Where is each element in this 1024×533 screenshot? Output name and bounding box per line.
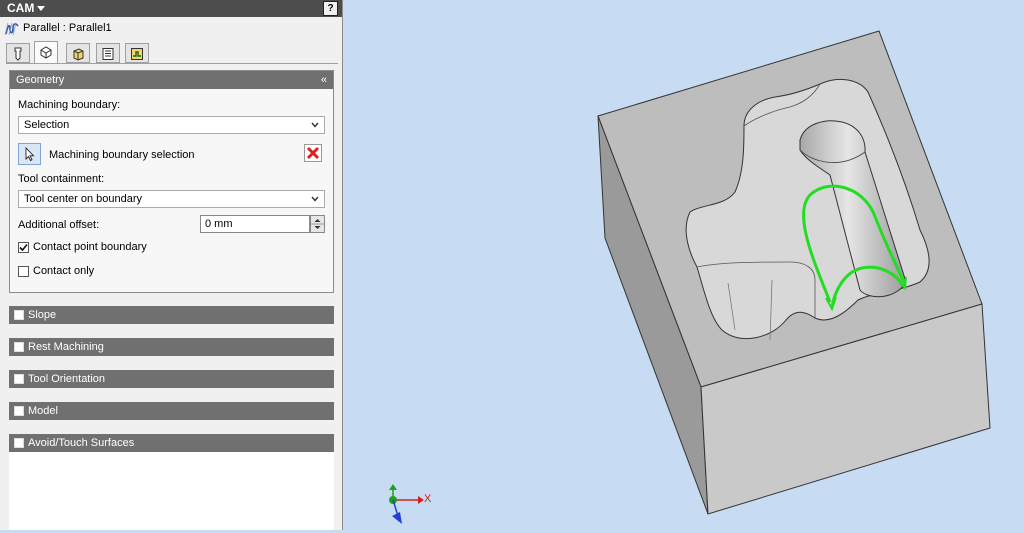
tool-containment-value: Tool center on boundary <box>24 193 143 205</box>
geometry-title: Geometry <box>16 74 65 86</box>
offset-spinner[interactable] <box>310 215 325 233</box>
clear-selection-button[interactable] <box>303 143 323 163</box>
model-view[interactable] <box>344 0 1024 530</box>
model-checkbox[interactable] <box>14 406 24 416</box>
group-tool-orientation[interactable]: Tool Orientation <box>9 370 334 388</box>
geometry-header[interactable]: Geometry « <box>10 71 333 89</box>
operation-label: Parallel : Parallel1 <box>23 22 112 34</box>
cam-panel: CAM ? Parallel : Parallel1 Geometry « Ma… <box>0 0 343 530</box>
operation-name: Parallel : Parallel1 <box>4 21 112 36</box>
group-slope[interactable]: Slope <box>9 306 334 324</box>
tool-orientation-label: Tool Orientation <box>28 373 106 385</box>
tab-linking[interactable] <box>125 43 149 63</box>
geometry-section: Geometry « Machining boundary: Selection… <box>9 70 334 293</box>
additional-offset-value: 0 mm <box>205 218 233 230</box>
cam-menu[interactable]: CAM <box>7 1 46 16</box>
panel-empty-area <box>9 452 334 530</box>
chevron-down-icon <box>311 122 319 128</box>
tab-geometry[interactable] <box>34 41 58 64</box>
panel-title-bar: CAM ? <box>0 0 342 17</box>
machining-boundary-value: Selection <box>24 119 70 131</box>
group-rest-machining[interactable]: Rest Machining <box>9 338 334 356</box>
checkmark-icon <box>19 243 28 252</box>
rest-machining-label: Rest Machining <box>28 341 104 353</box>
3d-viewport[interactable]: X <box>344 0 1024 530</box>
delete-icon <box>304 144 322 162</box>
model-label: Model <box>28 405 58 417</box>
slope-label: Slope <box>28 309 57 321</box>
tool-orientation-checkbox[interactable] <box>14 374 24 384</box>
passes-tab-icon <box>102 48 114 60</box>
machining-boundary-label: Machining boundary: <box>18 99 121 111</box>
chevron-down-icon <box>311 196 319 202</box>
slope-checkbox[interactable] <box>14 310 24 320</box>
x-axis-label: X <box>424 493 432 505</box>
tool-containment-label: Tool containment: <box>18 173 105 185</box>
parallel-op-icon <box>4 22 19 35</box>
tab-passes[interactable] <box>96 43 120 63</box>
contact-point-checkbox[interactable] <box>18 242 29 253</box>
chevron-down-icon <box>37 6 46 12</box>
rest-machining-checkbox[interactable] <box>14 342 24 352</box>
tool-tab-icon <box>14 47 22 61</box>
additional-offset-input[interactable]: 0 mm <box>200 215 310 233</box>
group-avoid-touch-surfaces[interactable]: Avoid/Touch Surfaces <box>9 434 334 452</box>
heights-tab-icon <box>73 48 84 61</box>
help-icon: ? <box>327 3 334 14</box>
axis-triad <box>389 484 424 524</box>
pointer-icon <box>25 146 35 162</box>
machining-boundary-select[interactable]: Selection <box>18 116 325 134</box>
contact-point-label: Contact point boundary <box>33 241 147 253</box>
help-button[interactable]: ? <box>323 1 338 16</box>
contact-only-checkbox[interactable] <box>18 266 29 277</box>
tab-divider <box>6 63 338 64</box>
group-model[interactable]: Model <box>9 402 334 420</box>
tool-containment-select[interactable]: Tool center on boundary <box>18 190 325 208</box>
geometry-tab-icon <box>40 46 52 59</box>
boundary-selection-button[interactable] <box>18 143 41 165</box>
additional-offset-label: Additional offset: <box>18 219 100 231</box>
workpiece[interactable] <box>597 30 991 515</box>
spinner-arrows-icon <box>311 219 324 229</box>
tab-heights[interactable] <box>66 43 90 63</box>
contact-only-label: Contact only <box>33 265 95 277</box>
collapse-icon[interactable]: « <box>321 73 327 87</box>
tab-tool[interactable] <box>6 43 30 63</box>
avoid-touch-checkbox[interactable] <box>14 438 24 448</box>
boundary-selection-label: Machining boundary selection <box>49 149 195 161</box>
linking-tab-icon <box>131 48 143 60</box>
panel-title: CAM <box>7 1 35 15</box>
avoid-touch-label: Avoid/Touch Surfaces <box>28 437 135 449</box>
